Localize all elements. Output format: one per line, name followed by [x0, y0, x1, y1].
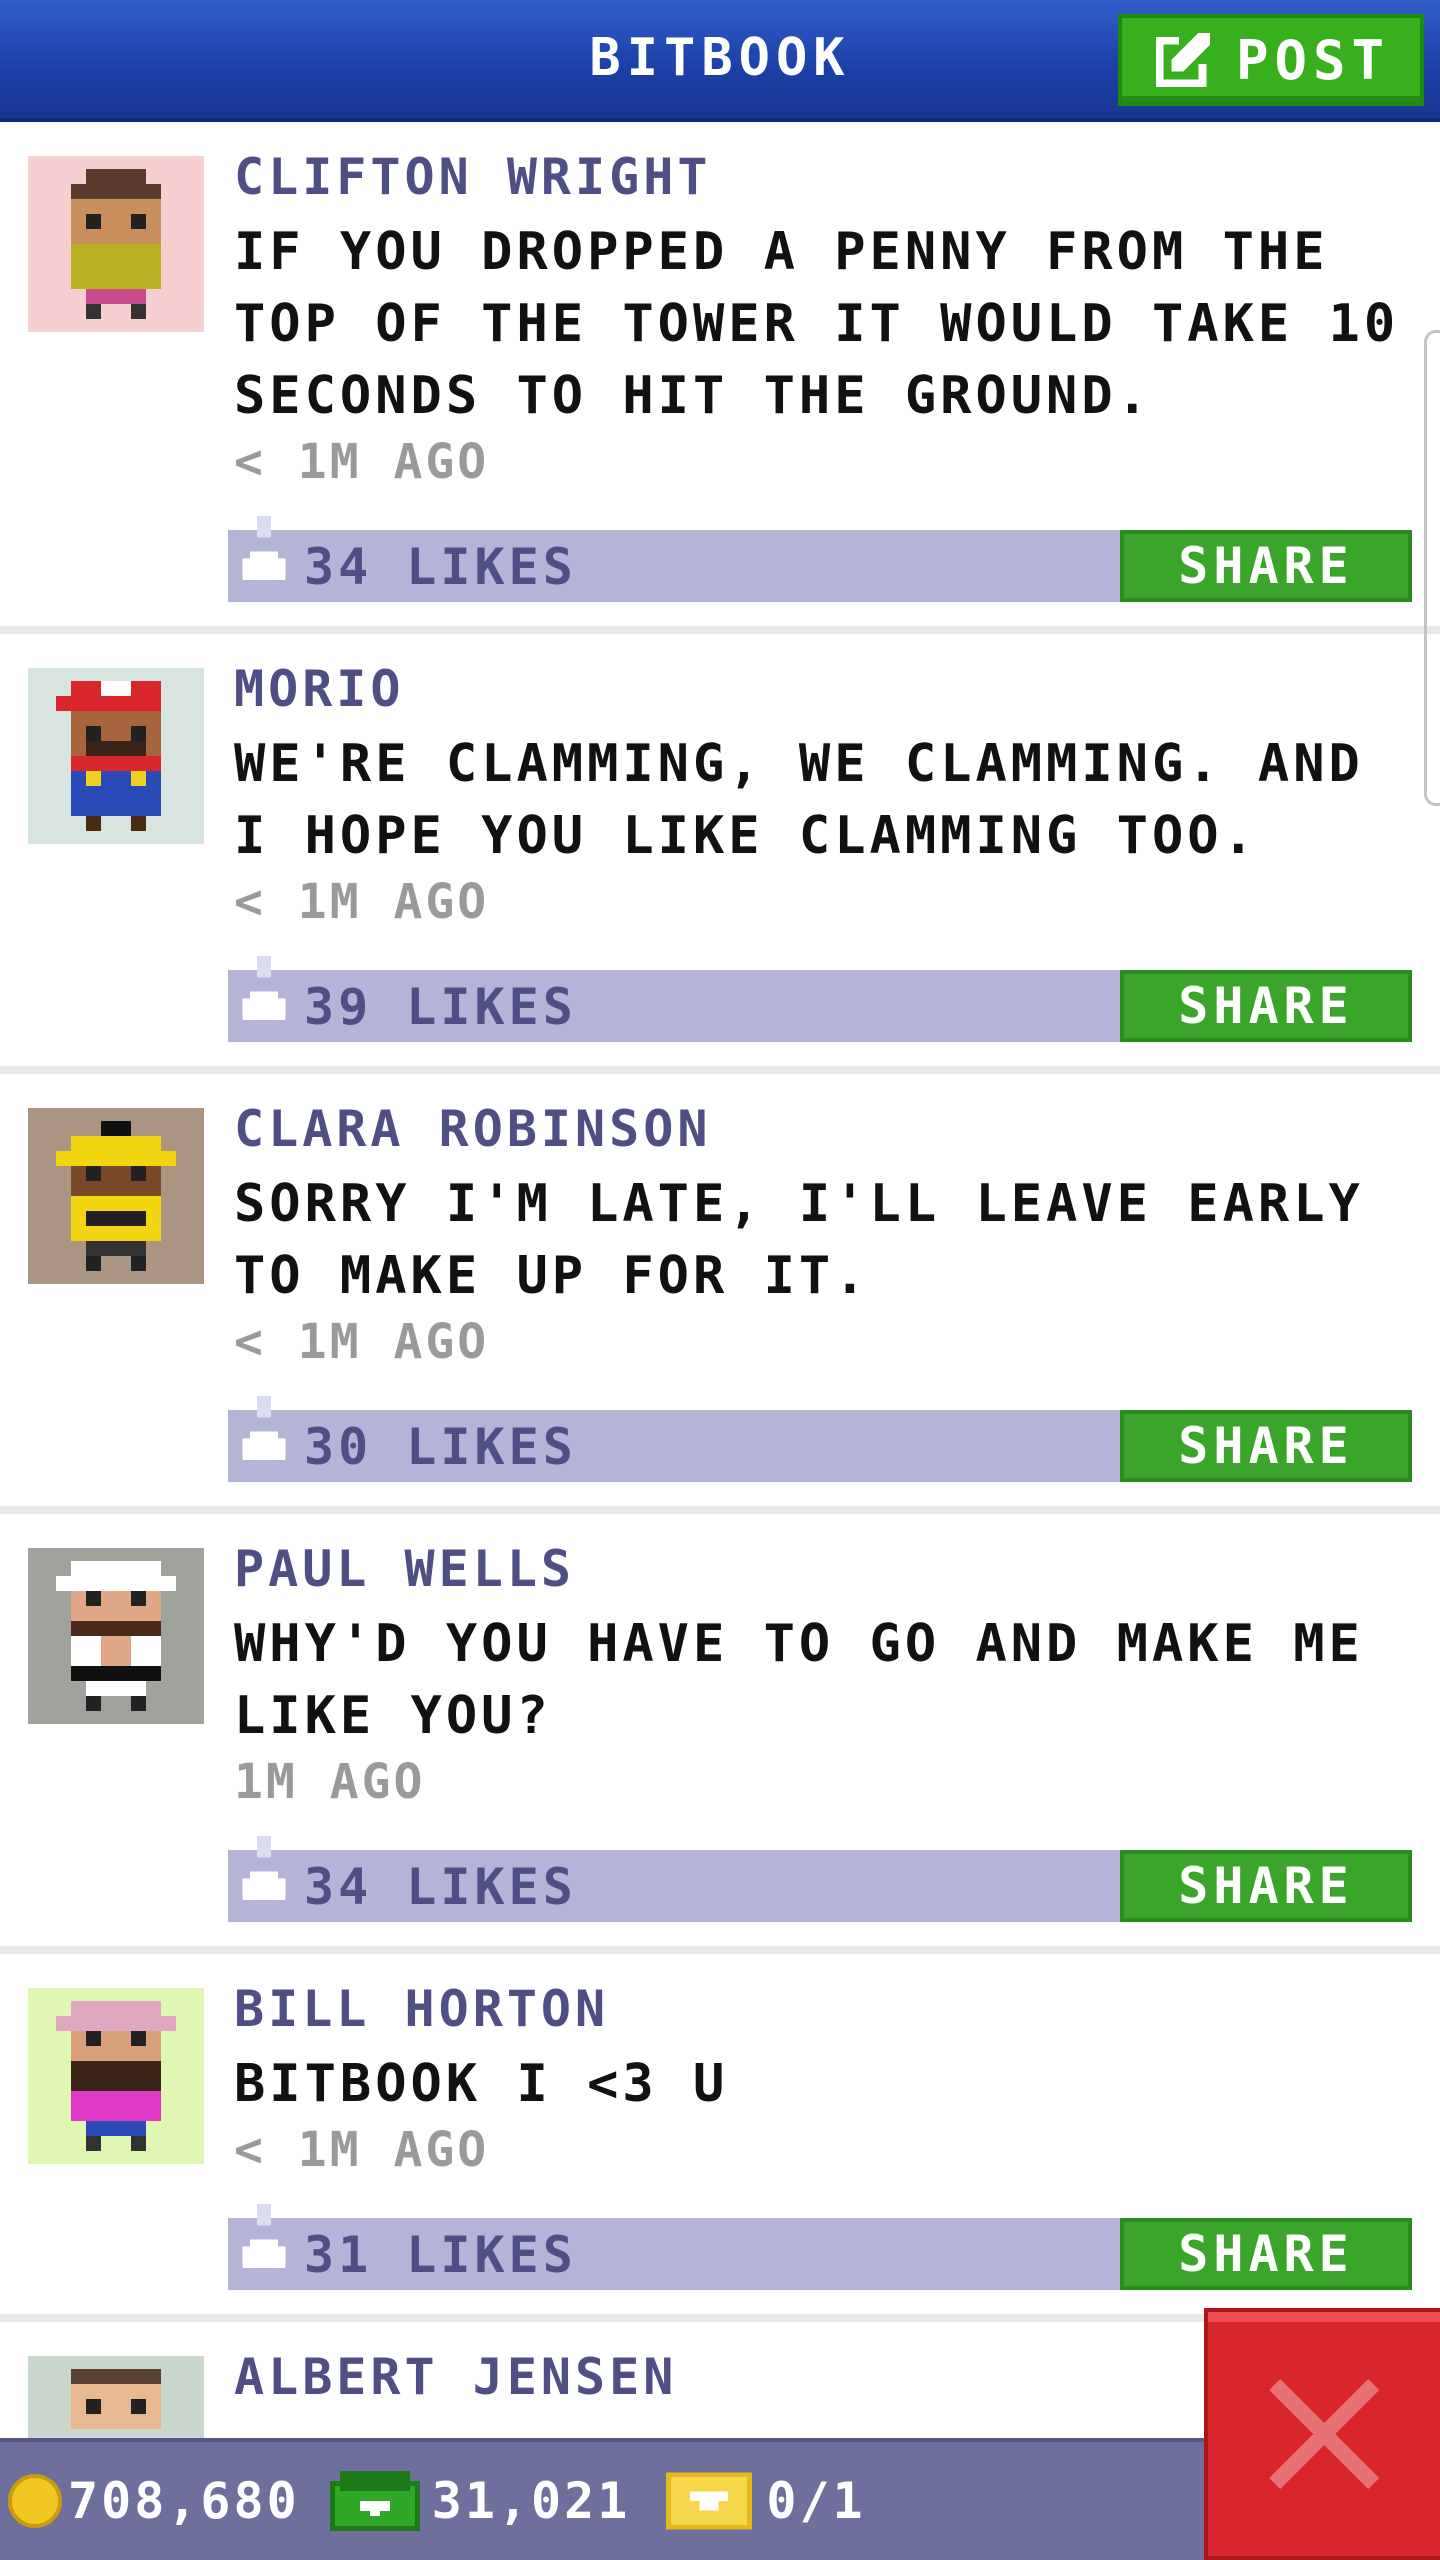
- post-button-label: POST: [1236, 28, 1391, 92]
- coins-stat: 708,680: [0, 2472, 300, 2530]
- thumbs-up-icon[interactable]: [242, 1396, 286, 1474]
- post-message: WE'RE CLAMMING, WE CLAMMING. AND I HOPE …: [234, 734, 1364, 866]
- post-timestamp: < 1M AGO: [234, 434, 490, 490]
- person-avatar-icon: [56, 2001, 176, 2151]
- post-timestamp: < 1M AGO: [234, 2122, 490, 2178]
- post-message: IF YOU DROPPED A PENNY FROM THE TOP OF T…: [234, 222, 1400, 426]
- author-avatar[interactable]: [28, 1548, 204, 1724]
- person-avatar-icon: [71, 2369, 161, 2429]
- post-button[interactable]: POST: [1118, 14, 1424, 106]
- person-avatar-icon: [56, 681, 161, 831]
- close-icon: [1269, 2379, 1379, 2489]
- feed-post: PAUL WELLS WHY'D YOU HAVE TO GO AND MAKE…: [0, 1514, 1440, 1954]
- likes-bar: 39 LIKES SHARE: [228, 956, 1412, 1042]
- likes-bar: 34 LIKES SHARE: [228, 1836, 1412, 1922]
- share-button[interactable]: SHARE: [1120, 2218, 1412, 2290]
- share-button[interactable]: SHARE: [1120, 1410, 1412, 1482]
- scrollbar[interactable]: [1424, 330, 1440, 806]
- author-avatar[interactable]: [28, 1988, 204, 2164]
- coins-count: 708,680: [68, 2472, 300, 2530]
- thumbs-up-icon[interactable]: [242, 516, 286, 594]
- post-author[interactable]: CLARA ROBINSON: [234, 1100, 711, 1158]
- feed-post: BILL HORTON BITBOOK I <3 U < 1M AGO 31 L…: [0, 1954, 1440, 2322]
- likes-count: 31 LIKES: [304, 2226, 577, 2284]
- author-avatar[interactable]: [28, 1108, 204, 1284]
- likes-bar: 34 LIKES SHARE: [228, 516, 1412, 602]
- compose-icon: [1155, 32, 1211, 88]
- coin-icon: [8, 2474, 62, 2528]
- likes-count: 34 LIKES: [304, 538, 577, 596]
- post-author[interactable]: BILL HORTON: [234, 1980, 609, 2038]
- bux-count: 31,021: [431, 2472, 631, 2530]
- likes-count: 34 LIKES: [304, 1858, 577, 1916]
- likes-count: 30 LIKES: [304, 1418, 577, 1476]
- post-author[interactable]: ALBERT JENSEN: [234, 2348, 677, 2406]
- post-timestamp: < 1M AGO: [234, 1314, 490, 1370]
- share-button[interactable]: SHARE: [1120, 1850, 1412, 1922]
- bux-stat: 31,021: [300, 2469, 631, 2533]
- close-button[interactable]: [1204, 2308, 1440, 2560]
- person-avatar-icon: [56, 1121, 176, 1271]
- person-avatar-icon: [56, 1561, 176, 1711]
- post-message: SORRY I'M LATE, I'LL LEAVE EARLY TO MAKE…: [234, 1174, 1364, 1306]
- likes-count: 39 LIKES: [304, 978, 577, 1036]
- feed-post: CLIFTON WRIGHT IF YOU DROPPED A PENNY FR…: [0, 122, 1440, 634]
- post-feed[interactable]: CLIFTON WRIGHT IF YOU DROPPED A PENNY FR…: [0, 122, 1440, 2438]
- vip-stat: 0/1: [630, 2471, 865, 2531]
- author-avatar[interactable]: [28, 156, 204, 332]
- thumbs-up-icon[interactable]: [242, 2204, 286, 2282]
- likes-bar: 31 LIKES SHARE: [228, 2204, 1412, 2290]
- vip-count: 0/1: [766, 2472, 866, 2530]
- post-author[interactable]: CLIFTON WRIGHT: [234, 148, 711, 206]
- app-header: BITBOOK POST: [0, 0, 1440, 122]
- person-avatar-icon: [71, 169, 161, 319]
- feed-post: CLARA ROBINSON SORRY I'M LATE, I'LL LEAV…: [0, 1074, 1440, 1514]
- thumbs-up-icon[interactable]: [242, 1836, 286, 1914]
- thumbs-up-icon[interactable]: [242, 956, 286, 1034]
- likes-bar: 30 LIKES SHARE: [228, 1396, 1412, 1482]
- post-message: WHY'D YOU HAVE TO GO AND MAKE ME LIKE YO…: [234, 1614, 1364, 1746]
- author-avatar[interactable]: [28, 2356, 204, 2438]
- share-button[interactable]: SHARE: [1120, 530, 1412, 602]
- post-author[interactable]: MORIO: [234, 660, 405, 718]
- share-button[interactable]: SHARE: [1120, 970, 1412, 1042]
- post-timestamp: < 1M AGO: [234, 874, 490, 930]
- post-timestamp: 1M AGO: [234, 1754, 426, 1810]
- bux-banknote-icon: [329, 2471, 420, 2531]
- vip-ticket-icon: [666, 2472, 753, 2530]
- author-avatar[interactable]: [28, 668, 204, 844]
- post-author[interactable]: PAUL WELLS: [234, 1540, 575, 1598]
- feed-post: MORIO WE'RE CLAMMING, WE CLAMMING. AND I…: [0, 634, 1440, 1074]
- post-message: BITBOOK I <3 U: [234, 2054, 729, 2114]
